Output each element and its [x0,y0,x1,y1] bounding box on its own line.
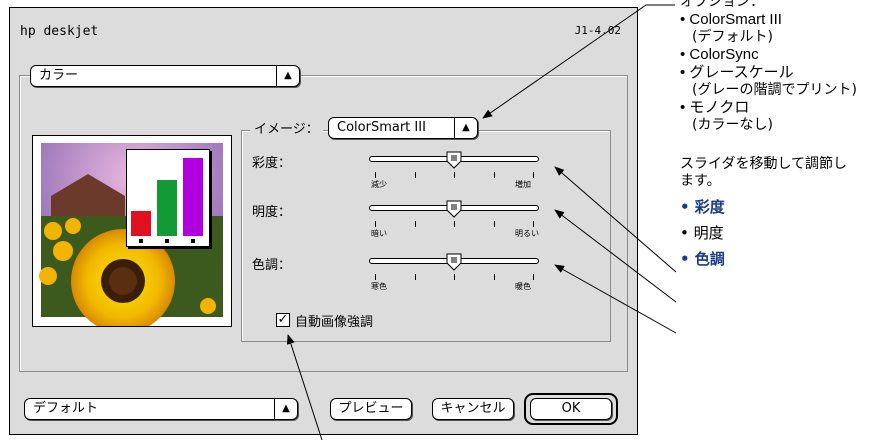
slider-max-label: 明るい [515,229,539,238]
options-header: オプション： [680,0,764,10]
print-dialog: hp deskjet J1-4.02 カラー ▲ イメージ： ColorSmar… [9,7,638,435]
slider-min-label: 減少 [371,180,387,189]
slider-tick [454,274,455,280]
option-item: • グレースケール [680,64,794,81]
dialog-title: hp deskjet [20,24,99,39]
slider-max-label: 暖色 [515,282,531,291]
slider-tick [414,221,416,227]
slider-thumb[interactable] [446,253,462,271]
image-mode-label: イメージ： [250,122,323,138]
slider-thumb[interactable] [446,200,462,218]
slider-tick [493,221,495,227]
slider-label: 彩度： [252,156,292,171]
ok-button[interactable]: OK [530,398,612,420]
auto-enhance-label: 自動画像強調 [295,315,374,330]
preview-bar-chart [126,149,210,247]
option-item: • モノクロ [680,99,750,116]
auto-enhance-checkbox[interactable]: ✓ [276,313,290,327]
slider-tick [375,172,376,178]
preview-bar [131,211,151,236]
image-mode-value: ColorSmart III [337,120,426,135]
cancel-button[interactable]: キャンセル [432,398,514,420]
slider-tick [533,221,534,227]
preview-bar [157,180,177,236]
preset-select-value: デフォルト [33,401,99,416]
slider-tick [454,172,455,178]
slider-max-label: 増加 [515,180,531,189]
slider-tick [414,274,416,280]
slider-tick [493,172,495,178]
preview-bar [183,158,203,236]
slider-item: • 色調 [680,250,725,268]
option-item-note: (デフォルト) [692,29,773,45]
slider-tick [493,274,495,280]
slider-thumb[interactable] [446,151,462,169]
updown-arrow-icon: ▲ [274,399,297,419]
slider-label: 色調： [252,258,292,273]
slider-tick [454,221,455,227]
preview-bar-marker [191,239,195,243]
version-label: J1-4.02 [574,24,621,37]
preview-bar-marker [139,239,143,243]
slider-tick [375,221,376,227]
slider-label: 明度： [252,205,292,220]
panel-select-value: カラー [39,68,79,83]
option-item-note: (グレーの階調でプリント) [692,82,857,98]
slider-item: • 明度 [680,224,724,242]
preset-select[interactable]: デフォルト ▲ [24,398,298,420]
slider-note: スライダを移動して調節します。 [680,156,848,189]
option-item: • ColorSmart III [680,11,782,28]
preview-bar-marker [165,239,169,243]
preview-image-frame [32,135,232,333]
updown-arrow-icon: ▲ [276,66,299,86]
updown-arrow-icon: ▲ [454,118,477,138]
slider-tick [533,172,534,178]
slider-min-label: 寒色 [371,282,387,291]
preview-button[interactable]: プレビュー [330,398,412,420]
slider-tick [414,172,416,178]
options-annotation: オプション： • ColorSmart III (デフォルト) • ColorSyn… [680,0,875,268]
slider-min-label: 暗い [371,229,387,238]
slider-tick [375,274,376,280]
image-mode-select[interactable]: ColorSmart III ▲ [328,117,478,139]
option-item-note: (カラーなし) [692,117,773,133]
slider-tick [533,274,534,280]
panel-select[interactable]: カラー ▲ [30,65,300,87]
slider-item: • 彩度 [680,198,725,216]
option-item: • ColorSync [680,46,759,63]
